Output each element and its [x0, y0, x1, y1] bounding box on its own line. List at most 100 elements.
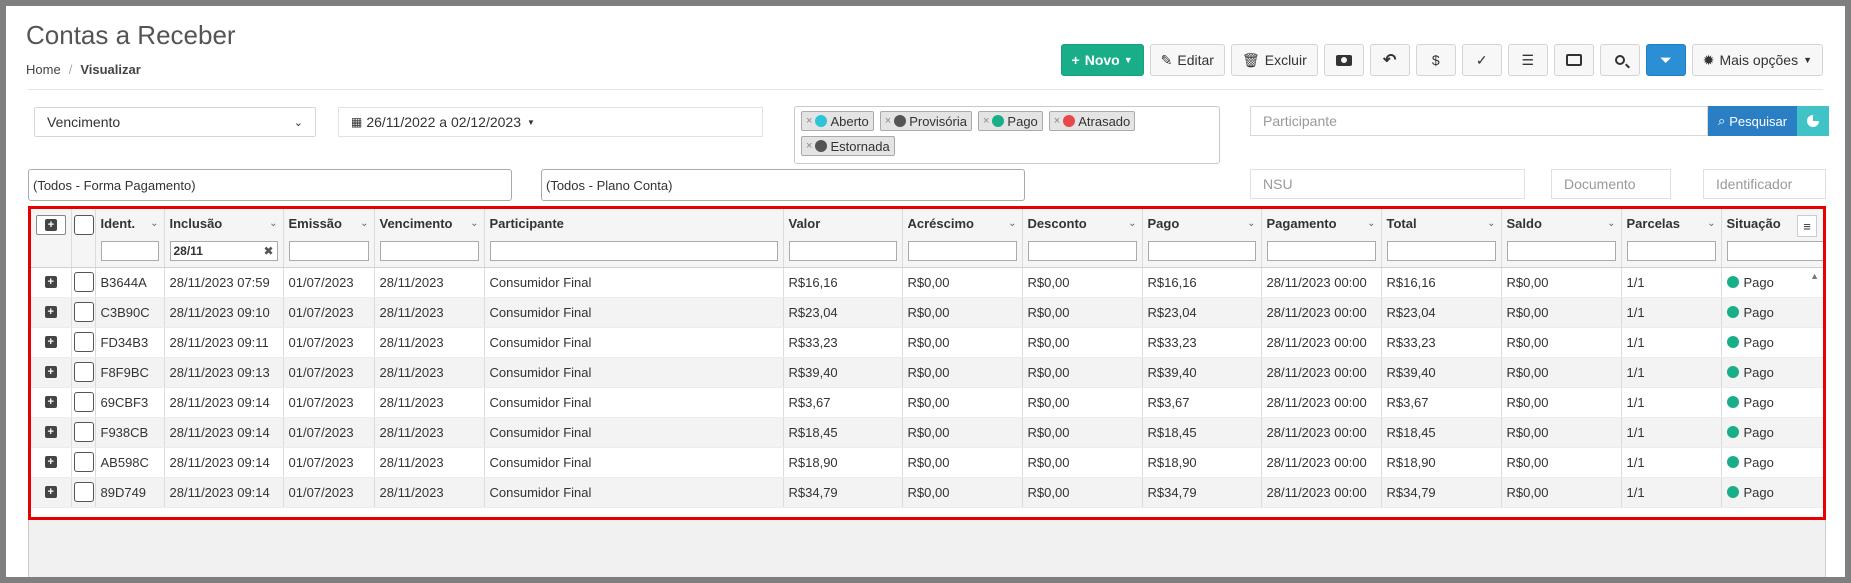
- col-inclusao[interactable]: Inclusão ⌄ 28/11 ✖: [164, 209, 284, 268]
- status-multiselect[interactable]: × Aberto × Provisória × Pago × Atrasado × Est…: [794, 106, 1220, 164]
- remove-tag-icon[interactable]: ×: [806, 115, 812, 127]
- expand-row-icon[interactable]: +: [44, 366, 57, 378]
- filter-valor-input[interactable]: [788, 241, 897, 261]
- table-row[interactable]: +89D749 28/11/2023 09:14 01/07/2023 28/11/2…: [31, 477, 1823, 508]
- excluir-button[interactable]: 🗑 Excluir: [1230, 44, 1318, 76]
- col-vencimento[interactable]: Vencimento ⌄: [374, 209, 485, 268]
- card-button[interactable]: [1553, 44, 1594, 76]
- novo-button[interactable]: + Novo ▼: [1060, 44, 1144, 76]
- expand-all-button[interactable]: +: [36, 215, 66, 235]
- chevron-down-icon[interactable]: ⌄: [1367, 218, 1375, 229]
- col-acrescimo[interactable]: Acréscimo ⌄: [902, 209, 1023, 268]
- remove-tag-icon[interactable]: ×: [1054, 115, 1060, 127]
- col-participante[interactable]: Participante: [484, 209, 784, 268]
- expand-row-icon[interactable]: +: [44, 306, 57, 318]
- check-button[interactable]: ✓: [1461, 44, 1502, 76]
- chevron-down-icon[interactable]: ⌄: [1128, 218, 1136, 229]
- row-checkbox[interactable]: [73, 452, 94, 472]
- expand-row-icon[interactable]: +: [44, 396, 57, 408]
- chevron-down-icon[interactable]: ⌄: [1247, 218, 1255, 229]
- scroll-up-arrow-icon[interactable]: ▲: [1810, 271, 1819, 281]
- col-ident[interactable]: Ident. ⌄: [95, 209, 165, 268]
- chevron-down-icon[interactable]: ⌄: [1008, 218, 1016, 229]
- status-tag-provisoria[interactable]: × Provisória: [879, 111, 972, 131]
- row-checkbox[interactable]: [73, 392, 94, 412]
- nsu-input[interactable]: NSU: [1250, 169, 1525, 199]
- breadcrumb-home[interactable]: Home: [26, 62, 61, 77]
- table-row[interactable]: + F8F9BC 28/11/2023 09:13 01/07/2023 28/11/2…: [31, 357, 1823, 388]
- col-desconto[interactable]: Desconto ⌄: [1022, 209, 1143, 268]
- col-saldo[interactable]: Saldo ⌄: [1501, 209, 1622, 268]
- table-row[interactable]: + C3B90C 28/11/2023 09:10 01/07/2023 28/11/2…: [31, 297, 1823, 328]
- editar-button[interactable]: ✎ Editar: [1149, 44, 1225, 76]
- table-row[interactable]: + F938CB 28/11/2023 09:14 01/07/2023 28/11/2…: [31, 417, 1823, 448]
- chevron-down-icon[interactable]: ⌄: [1487, 218, 1495, 229]
- undo-button[interactable]: ↶: [1369, 44, 1410, 76]
- status-tag-estornada[interactable]: × Estornada: [801, 136, 895, 156]
- select-all-checkbox[interactable]: [73, 215, 94, 235]
- col-total[interactable]: Total ⌄: [1381, 209, 1502, 268]
- chevron-down-icon[interactable]: ⌄: [360, 218, 368, 229]
- filter-pago-input[interactable]: [1147, 241, 1256, 261]
- documento-input[interactable]: Documento: [1551, 169, 1671, 199]
- filter-participante-input[interactable]: [489, 241, 778, 261]
- plano-conta-select[interactable]: (Todos - Plano Conta): [541, 169, 1025, 201]
- chart-button[interactable]: [1797, 106, 1829, 136]
- dollar-button[interactable]: $: [1415, 44, 1456, 76]
- col-parcelas[interactable]: Parcelas ⌄: [1621, 209, 1722, 268]
- filter-parcelas-input[interactable]: [1626, 241, 1716, 261]
- chevron-down-icon[interactable]: ⌄: [1607, 218, 1615, 229]
- col-pagamento[interactable]: Pagamento ⌄: [1261, 209, 1382, 268]
- expand-row-icon[interactable]: +: [44, 486, 57, 498]
- participant-input[interactable]: Participante: [1250, 106, 1708, 136]
- expand-row-icon[interactable]: +: [44, 456, 57, 468]
- filter-saldo-input[interactable]: [1506, 241, 1616, 261]
- filter-button[interactable]: ⏷: [1645, 44, 1686, 76]
- identificador-input[interactable]: Identificador: [1703, 169, 1826, 199]
- row-checkbox[interactable]: [73, 272, 94, 292]
- status-tag-aberto[interactable]: × Aberto: [801, 111, 874, 131]
- filter-emissao-input[interactable]: [288, 241, 369, 261]
- filter-desconto-input[interactable]: [1027, 241, 1137, 261]
- remove-tag-icon[interactable]: ×: [885, 115, 891, 127]
- mais-opcoes-button[interactable]: ✹ Mais opções ▼: [1691, 44, 1823, 76]
- table-row[interactable]: + FD34B3 28/11/2023 09:11 01/07/2023 28/11/2…: [31, 327, 1823, 358]
- remove-tag-icon[interactable]: ×: [983, 115, 989, 127]
- forma-pagamento-select[interactable]: (Todos - Forma Pagamento): [28, 169, 512, 201]
- filter-pagamento-input[interactable]: [1266, 241, 1376, 261]
- row-checkbox[interactable]: [73, 362, 94, 382]
- chevron-down-icon[interactable]: ⌄: [470, 218, 478, 229]
- list-button[interactable]: ☰: [1507, 44, 1548, 76]
- row-checkbox[interactable]: [73, 302, 94, 322]
- chevron-down-icon[interactable]: ⌄: [269, 218, 277, 229]
- filter-total-input[interactable]: [1386, 241, 1496, 261]
- table-row[interactable]: + AB598C 28/11/2023 09:14 01/07/2023 28/11/2…: [31, 447, 1823, 478]
- status-tag-atrasado[interactable]: × Atrasado: [1048, 111, 1136, 131]
- col-emissao[interactable]: Emissão ⌄: [283, 209, 375, 268]
- expand-row-icon[interactable]: +: [44, 426, 57, 438]
- col-valor[interactable]: Valor: [783, 209, 903, 268]
- chevron-down-icon[interactable]: ⌄: [150, 218, 158, 229]
- clear-icon[interactable]: ✖: [263, 244, 273, 258]
- money-button[interactable]: [1323, 44, 1364, 76]
- row-checkbox[interactable]: [73, 482, 94, 502]
- filter-situacao-input[interactable]: [1726, 241, 1823, 261]
- expand-row-icon[interactable]: +: [44, 336, 57, 348]
- filter-vencimento-input[interactable]: [379, 241, 479, 261]
- table-row[interactable]: + B3644A 28/11/2023 07:59 01/07/2023 28/11/2…: [31, 267, 1823, 298]
- row-checkbox[interactable]: [73, 332, 94, 352]
- col-pago[interactable]: Pago ⌄: [1142, 209, 1262, 268]
- chevron-down-icon[interactable]: ⌄: [1707, 218, 1715, 229]
- filter-inclusao-input[interactable]: 28/11 ✖: [169, 241, 278, 261]
- table-row[interactable]: +69CBF3 28/11/2023 09:14 01/07/2023 28/11/2…: [31, 387, 1823, 418]
- status-tag-pago[interactable]: × Pago: [977, 111, 1043, 131]
- column-menu-icon[interactable]: ≡: [1797, 215, 1817, 237]
- filter-ident-input[interactable]: [100, 241, 159, 261]
- date-field-select[interactable]: Vencimento ⌄: [34, 107, 316, 137]
- filter-acrescimo-input[interactable]: [907, 241, 1017, 261]
- row-checkbox[interactable]: [73, 422, 94, 442]
- remove-tag-icon[interactable]: ×: [806, 140, 812, 152]
- date-range-picker[interactable]: ▦ 26/11/2022 a 02/12/2023 ▼: [338, 107, 763, 137]
- search-button[interactable]: [1599, 44, 1640, 76]
- expand-row-icon[interactable]: +: [44, 276, 57, 288]
